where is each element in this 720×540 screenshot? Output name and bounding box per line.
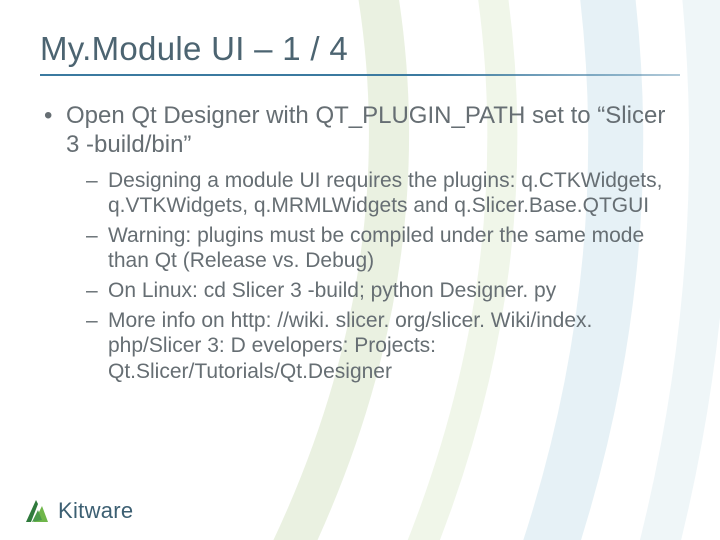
footer-logo: Kitware (22, 496, 133, 526)
sub-bullet-text: Warning: plugins must be compiled under … (108, 224, 644, 273)
sub-bullet-item: Designing a module UI requires the plugi… (86, 168, 680, 219)
sub-bullet-item: On Linux: cd Slicer 3 -build; python Des… (86, 278, 680, 304)
slide-body: Open Qt Designer with QT_PLUGIN_PATH set… (0, 84, 720, 384)
kitware-logo-icon (22, 496, 52, 526)
bullet-text: Open Qt Designer with QT_PLUGIN_PATH set… (66, 102, 665, 158)
sub-bullet-text: More info on http: //wiki. slicer. org/s… (108, 309, 592, 383)
title-underline (40, 74, 680, 76)
sub-bullet-item: More info on http: //wiki. slicer. org/s… (86, 308, 680, 385)
sub-bullet-item: Warning: plugins must be compiled under … (86, 223, 680, 274)
slide-title: My.Module UI – 1 / 4 (40, 30, 680, 68)
kitware-logo-text: Kitware (58, 498, 133, 526)
sub-bullet-text: Designing a module UI requires the plugi… (108, 169, 662, 218)
sub-bullet-text: On Linux: cd Slicer 3 -build; python Des… (108, 279, 556, 302)
bullet-item: Open Qt Designer with QT_PLUGIN_PATH set… (40, 102, 680, 384)
